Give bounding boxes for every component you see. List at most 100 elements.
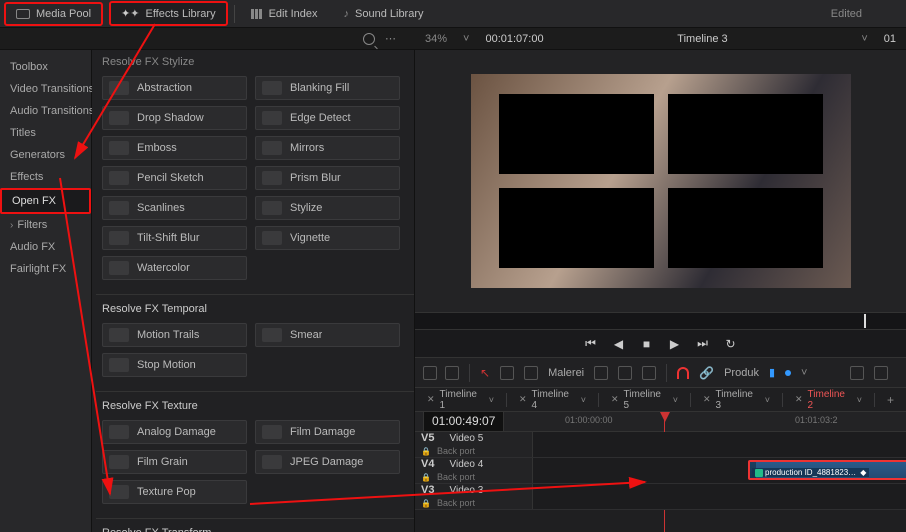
fx-emboss[interactable]: Emboss <box>102 136 247 160</box>
marker-icon[interactable] <box>785 370 791 376</box>
video-clip[interactable]: production ID_4881823…◆ <box>748 460 906 480</box>
fx-film-grain[interactable]: Film Grain <box>102 450 247 474</box>
keyframe-icon[interactable]: ◆ <box>860 468 866 477</box>
fx-thumb-icon <box>109 328 129 342</box>
timeline-ruler[interactable]: 01:00:49:07 01:00:00:00 01:01:03:2 <box>415 412 906 432</box>
sidebar-item-toolbox[interactable]: Toolbox <box>0 56 91 78</box>
chevron-down-icon[interactable]: ˅ <box>765 395 770 405</box>
close-icon[interactable]: ✕ <box>703 394 711 405</box>
chevron-down-icon[interactable]: ˅ <box>801 367 807 379</box>
close-icon[interactable]: ✕ <box>519 394 527 405</box>
track-body[interactable] <box>533 432 906 457</box>
sidebar-item-filters[interactable]: Filters <box>0 214 91 236</box>
track-body[interactable]: production ID_4881823…◆ <box>533 458 906 483</box>
sidebar-item-audio-fx[interactable]: Audio FX <box>0 236 91 258</box>
close-icon[interactable]: ✕ <box>611 394 619 405</box>
flag-icon[interactable]: ▮ <box>769 366 775 379</box>
add-tab-button[interactable]: + <box>881 393 900 407</box>
tab-timeline-2[interactable]: ✕Timeline 2˅ <box>789 386 868 414</box>
track-v3: V3 Video 3 Back port <box>415 484 906 510</box>
view-icon[interactable] <box>423 366 437 380</box>
insert-icon[interactable] <box>594 366 608 380</box>
prev-frame-button[interactable]: ◀ <box>612 337 626 351</box>
play-button[interactable]: ▶ <box>668 337 682 351</box>
search-icon[interactable] <box>363 33 375 45</box>
first-frame-button[interactable]: ⏮ <box>584 337 598 351</box>
tab-effects-library[interactable]: ✦ Effects Library <box>109 1 228 26</box>
sidebar-item-generators[interactable]: Generators <box>0 144 91 166</box>
tab-edit-index[interactable]: Edit Index <box>241 4 328 24</box>
track-header[interactable]: V5 Video 5 Back port <box>415 432 533 457</box>
tab-timeline-4[interactable]: ✕Timeline 4˅ <box>513 386 592 414</box>
fx-blanking-fill[interactable]: Blanking Fill <box>255 76 400 100</box>
lock-icon[interactable] <box>421 471 431 483</box>
loop-button[interactable]: ↻ <box>724 337 738 351</box>
viewer-scrubber[interactable] <box>415 312 906 330</box>
blade-tool-icon[interactable] <box>524 366 538 380</box>
fx-motion-trails[interactable]: Motion Trails <box>102 323 247 347</box>
snap-icon[interactable] <box>677 367 689 379</box>
sidebar-item-video-transitions[interactable]: Video Transitions <box>0 78 91 100</box>
tab-timeline-3[interactable]: ✕Timeline 3˅ <box>697 386 776 414</box>
fx-vignette[interactable]: Vignette <box>255 226 400 250</box>
fx-stop-motion[interactable]: Stop Motion <box>102 353 247 377</box>
fx-smear[interactable]: Smear <box>255 323 400 347</box>
fx-tilt-shift-blur[interactable]: Tilt-Shift Blur <box>102 226 247 250</box>
replace-icon[interactable] <box>642 366 656 380</box>
lock-icon[interactable] <box>421 497 431 509</box>
trim-tool-icon[interactable] <box>500 366 514 380</box>
tab-sound-library[interactable]: ♪ Sound Library <box>334 4 434 24</box>
fx-jpeg-damage[interactable]: JPEG Damage <box>255 450 400 474</box>
sidebar-item-fairlight-fx[interactable]: Fairlight FX <box>0 258 91 280</box>
fx-analog-damage[interactable]: Analog Damage <box>102 420 247 444</box>
sidebar-item-audio-transitions[interactable]: Audio Transitions <box>0 100 91 122</box>
sidebar-item-effects[interactable]: Effects <box>0 166 91 188</box>
tab-timeline-1[interactable]: ✕Timeline 1˅ <box>421 386 500 414</box>
more-icon[interactable]: ⋯ <box>385 32 397 45</box>
fx-mirrors[interactable]: Mirrors <box>255 136 400 160</box>
close-icon[interactable]: ✕ <box>427 394 435 405</box>
fx-pencil-sketch[interactable]: Pencil Sketch <box>102 166 247 190</box>
stop-button[interactable]: ■ <box>640 337 654 351</box>
viewer-title[interactable]: Timeline 3 <box>560 33 846 45</box>
close-icon[interactable]: ✕ <box>795 394 803 405</box>
track-header[interactable]: V4 Video 4 Back port <box>415 458 533 483</box>
fx-watercolor[interactable]: Watercolor <box>102 256 247 280</box>
lock-icon[interactable] <box>421 445 431 457</box>
fx-stylize[interactable]: Stylize <box>255 196 400 220</box>
chevron-down-icon[interactable]: ˅ <box>581 395 586 405</box>
fx-category: Resolve FX Transform <box>96 518 414 532</box>
zoom-level[interactable]: 34% <box>425 33 447 45</box>
fx-edge-detect[interactable]: Edge Detect <box>255 106 400 130</box>
sidebar-item-titles[interactable]: Titles <box>0 122 91 144</box>
fx-thumb-icon <box>109 425 129 439</box>
tab-timeline-5[interactable]: ✕Timeline 5˅ <box>605 386 684 414</box>
fx-prism-blur[interactable]: Prism Blur <box>255 166 400 190</box>
chevron-down-icon[interactable]: ˅ <box>673 395 678 405</box>
view-icon[interactable] <box>445 366 459 380</box>
tab-media-pool[interactable]: Media Pool <box>4 2 103 26</box>
fx-abstraction[interactable]: Abstraction <box>102 76 247 100</box>
sidebar-item-open-fx[interactable]: Open FX <box>0 188 91 214</box>
fx-film-damage[interactable]: Film Damage <box>255 420 400 444</box>
link-icon[interactable]: 🔗 <box>699 366 714 380</box>
fx-thumb-icon <box>262 455 282 469</box>
chevron-down-icon[interactable]: ˅ <box>463 33 469 45</box>
chevron-down-icon[interactable]: ˅ <box>861 33 867 45</box>
track-body[interactable] <box>533 484 906 509</box>
timeline-toolbar: ↖ Malerei 🔗 Produk ▮ ˅ <box>415 358 906 388</box>
selection-tool-icon[interactable]: ↖ <box>480 366 490 380</box>
divider <box>598 393 599 407</box>
playhead-icon[interactable] <box>864 314 866 328</box>
chevron-down-icon[interactable]: ˅ <box>857 395 862 405</box>
fx-texture-pop[interactable]: Texture Pop <box>102 480 247 504</box>
overwrite-icon[interactable] <box>618 366 632 380</box>
track-header[interactable]: V3 Video 3 Back port <box>415 484 533 509</box>
next-frame-button[interactable]: ⏭ <box>696 337 710 351</box>
fx-drop-shadow[interactable]: Drop Shadow <box>102 106 247 130</box>
tool-icon[interactable] <box>850 366 864 380</box>
tool-icon[interactable] <box>874 366 888 380</box>
fx-scanlines[interactable]: Scanlines <box>102 196 247 220</box>
chevron-down-icon[interactable]: ˅ <box>489 395 494 405</box>
playhead-icon[interactable] <box>660 412 670 422</box>
